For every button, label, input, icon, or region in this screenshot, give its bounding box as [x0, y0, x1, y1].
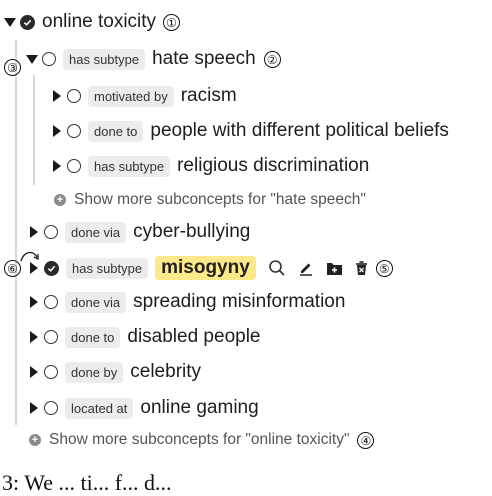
unchecked-circle-icon[interactable]	[44, 295, 58, 309]
expand-triangle-icon[interactable]	[30, 296, 38, 308]
tree-node-religious-discrimination[interactable]: has subtype religious discrimination	[53, 152, 369, 180]
tree-node-misogyny[interactable]: has subtype misogyny ⑤	[30, 254, 393, 282]
expand-triangle-icon[interactable]	[30, 402, 38, 414]
marker-5: ⑤	[375, 259, 393, 277]
checked-circle-icon[interactable]	[20, 14, 35, 30]
tree-node-disabled-people[interactable]: done to disabled people	[30, 323, 261, 351]
add-folder-icon[interactable]	[326, 261, 343, 276]
concept-label: spreading misinformation	[133, 291, 346, 312]
unchecked-circle-icon[interactable]	[44, 330, 58, 344]
tree-guide-root	[15, 40, 17, 425]
relation-tag: done by	[65, 361, 124, 383]
tree-node-online-gaming[interactable]: located at online gaming	[30, 394, 259, 422]
unchecked-circle-icon[interactable]	[44, 365, 58, 379]
show-more-hate-speech-link[interactable]: + Show more subconcepts for "hate speech…	[54, 186, 366, 214]
unchecked-circle-icon[interactable]	[67, 89, 81, 103]
concept-label: online gaming	[140, 397, 259, 418]
unchecked-circle-icon[interactable]	[42, 52, 56, 66]
relation-tag: located at	[65, 397, 134, 419]
show-more-online-toxicity-link[interactable]: + Show more subconcepts for "online toxi…	[29, 426, 375, 454]
tree-node-spreading-misinformation[interactable]: done via spreading misinformation	[30, 288, 345, 316]
collapse-triangle-icon[interactable]	[26, 54, 38, 64]
concept-label: people with different political beliefs	[150, 120, 449, 141]
tree-node-hate-speech[interactable]: has subtype hate speech ②	[26, 45, 281, 73]
tree-node-root[interactable]: online toxicity ①	[4, 8, 181, 36]
relation-tag: done via	[65, 291, 127, 313]
unchecked-circle-icon[interactable]	[67, 159, 81, 173]
relation-tag: has subtype	[88, 155, 171, 177]
relation-tag: done via	[65, 221, 127, 243]
checked-circle-icon[interactable]	[44, 260, 59, 276]
tree-guide-hate	[33, 75, 35, 185]
edit-pencil-icon[interactable]	[298, 260, 314, 276]
expand-triangle-icon[interactable]	[30, 331, 38, 343]
figure-caption-fragment: 3: We ... ti... f... d...	[2, 470, 172, 495]
concept-label-hate-speech: hate speech	[152, 48, 256, 69]
show-more-label: Show more subconcepts for "online toxici…	[49, 431, 350, 448]
concept-label: cyber-bullying	[133, 221, 251, 242]
expand-triangle-icon[interactable]	[30, 262, 38, 274]
tree-node-celebrity[interactable]: done by celebrity	[30, 358, 201, 386]
concept-label: disabled people	[127, 326, 261, 347]
marker-4: ④	[357, 431, 375, 449]
marker-2: ②	[263, 50, 281, 68]
expand-triangle-icon[interactable]	[53, 160, 61, 172]
tree-node-racism[interactable]: motivated by racism	[53, 82, 237, 110]
plus-circle-icon: +	[54, 194, 66, 206]
tree-node-cyber-bullying[interactable]: done via cyber-bullying	[30, 218, 250, 246]
relation-tag: has subtype	[66, 257, 149, 279]
expand-triangle-icon[interactable]	[53, 90, 61, 102]
marker-3: ③	[4, 59, 21, 76]
delete-trash-icon[interactable]	[355, 260, 368, 276]
unchecked-circle-icon[interactable]	[67, 124, 81, 138]
concept-label-misogyny: misogyny	[155, 256, 256, 280]
concept-label-root: online toxicity	[42, 11, 157, 32]
tree-node-political-beliefs[interactable]: done to people with different political …	[53, 117, 449, 145]
relation-tag: has subtype	[63, 48, 146, 70]
collapse-triangle-icon[interactable]	[4, 17, 16, 27]
concept-label: religious discrimination	[177, 155, 370, 176]
expand-triangle-icon[interactable]	[30, 366, 38, 378]
relation-tag: done to	[88, 120, 144, 142]
concept-label: celebrity	[130, 361, 202, 382]
plus-circle-icon: +	[29, 434, 41, 446]
relation-tag: done to	[65, 326, 121, 348]
unchecked-circle-icon[interactable]	[44, 225, 58, 239]
search-icon[interactable]	[268, 259, 286, 277]
marker-1: ①	[163, 13, 181, 31]
unchecked-circle-icon[interactable]	[44, 401, 58, 415]
concept-label: racism	[180, 85, 237, 106]
expand-triangle-icon[interactable]	[53, 125, 61, 137]
show-more-label: Show more subconcepts for "hate speech"	[74, 191, 366, 208]
relation-tag: motivated by	[88, 85, 174, 107]
expand-triangle-icon[interactable]	[30, 226, 38, 238]
